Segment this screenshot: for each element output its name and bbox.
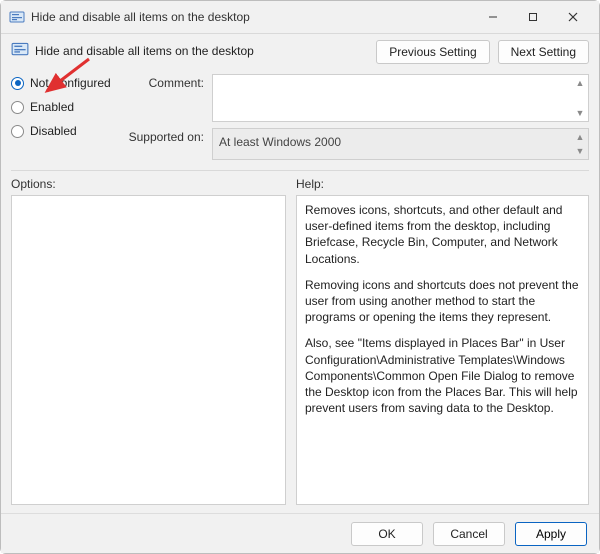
close-button[interactable] [553,3,593,31]
dialog-footer: OK Cancel Apply [1,513,599,553]
supported-value: At least Windows 2000 [219,135,341,149]
scroll-down-icon[interactable]: ▼ [574,107,586,119]
radio-label: Enabled [30,100,74,114]
config-section: Not Configured Enabled Disabled Comment:… [1,68,599,166]
help-paragraph: Removing icons and shortcuts does not pr… [305,277,580,326]
comment-textarea[interactable]: ▲ ▼ [212,74,589,122]
lower-section: Options: Help: Removes icons, shortcuts,… [1,171,599,505]
window-title: Hide and disable all items on the deskto… [31,10,473,24]
next-setting-button[interactable]: Next Setting [498,40,589,64]
comment-label: Comment: [126,74,204,90]
policy-editor-window: Hide and disable all items on the deskto… [0,0,600,554]
previous-setting-button[interactable]: Previous Setting [376,40,489,64]
maximize-button[interactable] [513,3,553,31]
scroll-up-icon[interactable]: ▲ [574,77,586,89]
minimize-button[interactable] [473,3,513,31]
header-section: Hide and disable all items on the deskto… [1,34,599,68]
radio-disabled[interactable]: Disabled [11,124,116,138]
policy-icon [11,40,29,61]
supported-on-field: At least Windows 2000 ▲ ▼ [212,128,589,160]
titlebar: Hide and disable all items on the deskto… [1,1,599,33]
help-paragraph: Removes icons, shortcuts, and other defa… [305,202,580,267]
options-panel [11,195,286,505]
radio-label: Not Configured [30,76,111,90]
scroll-up-icon[interactable]: ▲ [574,131,586,143]
options-label: Options: [11,177,286,191]
apply-button[interactable]: Apply [515,522,587,546]
scroll-down-icon[interactable]: ▼ [574,145,586,157]
policy-icon [9,9,25,25]
cancel-button[interactable]: Cancel [433,522,505,546]
radio-label: Disabled [30,124,77,138]
radio-dot-icon [11,77,24,90]
help-label: Help: [296,177,589,191]
ok-button[interactable]: OK [351,522,423,546]
supported-label: Supported on: [126,128,204,144]
radio-not-configured[interactable]: Not Configured [11,76,116,90]
state-radio-group: Not Configured Enabled Disabled [11,74,116,160]
radio-dot-icon [11,101,24,114]
radio-enabled[interactable]: Enabled [11,100,116,114]
help-paragraph: Also, see "Items displayed in Places Bar… [305,335,580,416]
header-subtitle: Hide and disable all items on the deskto… [35,44,254,58]
help-panel: Removes icons, shortcuts, and other defa… [296,195,589,505]
radio-dot-icon [11,125,24,138]
